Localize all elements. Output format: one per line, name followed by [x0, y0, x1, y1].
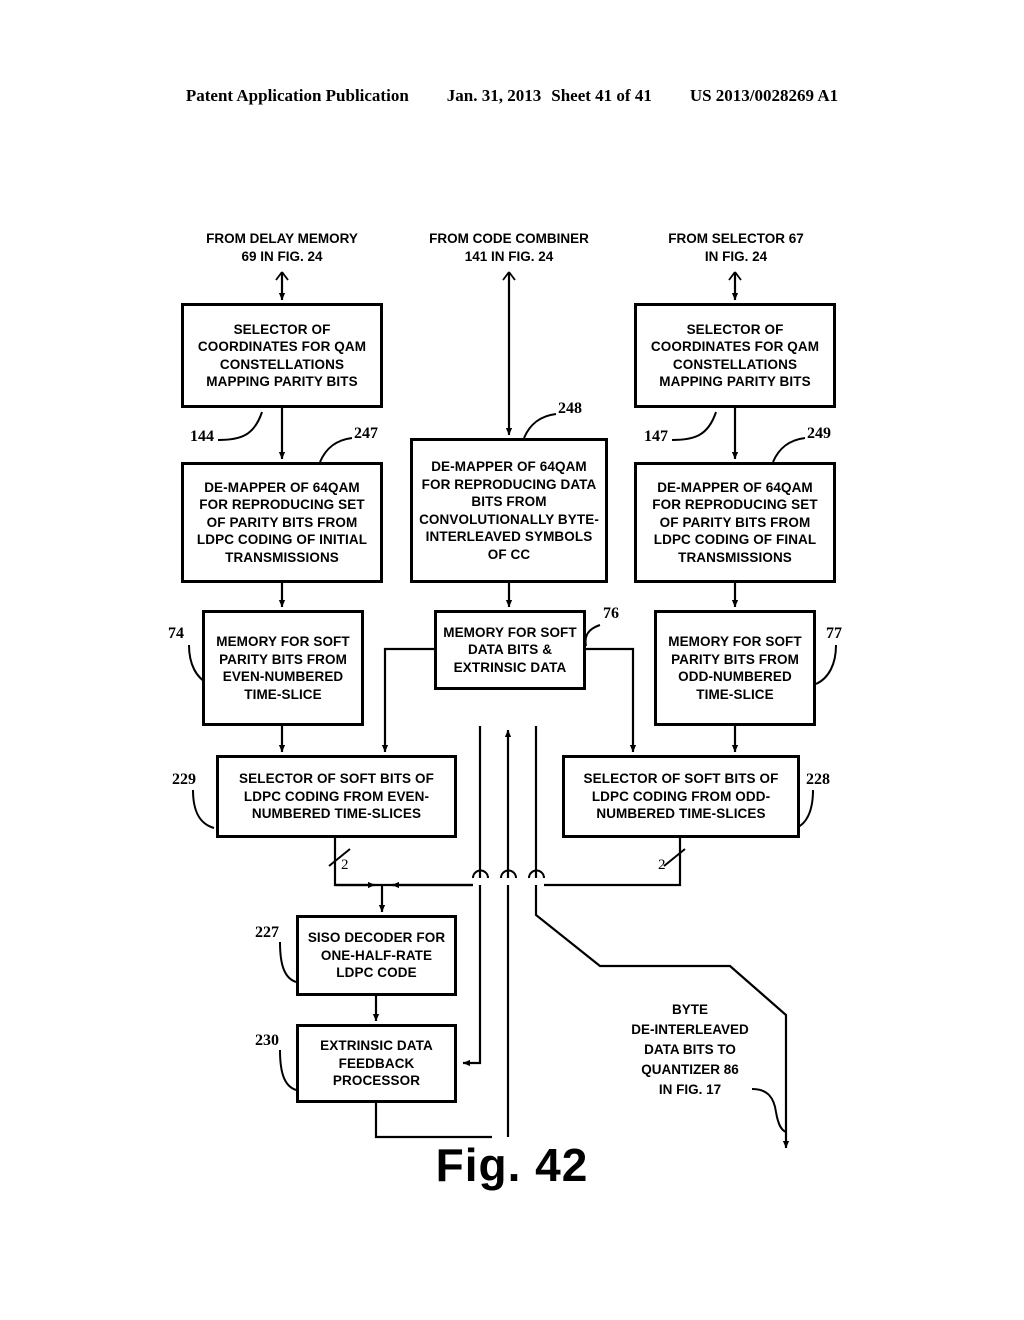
patent-figure-page: Patent Application Publication Jan. 31, 2… [0, 0, 1024, 1320]
box-siso-decoder[interactable]: SISO DECODER FOR ONE-HALF-RATE LDPC CODE [296, 915, 457, 996]
refnum-248: 248 [558, 400, 582, 417]
box-demapper-convolutional-cc[interactable]: DE-MAPPER OF 64QAM FOR REPRODUCING DATA … [410, 438, 608, 583]
box-extrinsic-data-feedback-processor[interactable]: EXTRINSIC DATA FEEDBACK PROCESSOR [296, 1024, 457, 1103]
refnum-230: 230 [255, 1032, 279, 1049]
refnum-227: 227 [255, 924, 279, 941]
refnum-228: 228 [806, 771, 830, 788]
box-selector-coordinates-right[interactable]: SELECTOR OF COORDINATES FOR QAM CONSTELL… [634, 303, 836, 408]
box-selector-coordinates-left[interactable]: SELECTOR OF COORDINATES FOR QAM CONSTELL… [181, 303, 383, 408]
box-selector-soft-bits-even[interactable]: SELECTOR OF SOFT BITS OF LDPC CODING FRO… [216, 755, 457, 838]
box-memory-soft-data-extrinsic[interactable]: MEMORY FOR SOFT DATA BITS & EXTRINSIC DA… [434, 610, 586, 690]
caption-output-bytes: BYTE DE-INTERLEAVED DATA BITS TO QUANTIZ… [631, 1002, 749, 1097]
refnum-249: 249 [807, 425, 831, 442]
caption-source-right: FROM SELECTOR 67 IN FIG. 24 [668, 231, 804, 264]
figure-label: Fig. 42 [435, 1139, 589, 1191]
box-memory-soft-parity-odd[interactable]: MEMORY FOR SOFT PARITY BITS FROM ODD-NUM… [654, 610, 816, 726]
refnum-76: 76 [603, 605, 619, 622]
refnum-147: 147 [644, 428, 668, 445]
box-memory-soft-parity-even[interactable]: MEMORY FOR SOFT PARITY BITS FROM EVEN-NU… [202, 610, 364, 726]
caption-source-left: FROM DELAY MEMORY 69 IN FIG. 24 [206, 231, 358, 264]
box-demapper-initial-transmissions[interactable]: DE-MAPPER OF 64QAM FOR REPRODUCING SET O… [181, 462, 383, 583]
bus-width-left: 2 [341, 857, 349, 873]
refnum-247: 247 [354, 425, 378, 442]
refnum-229: 229 [172, 771, 196, 788]
box-selector-soft-bits-odd[interactable]: SELECTOR OF SOFT BITS OF LDPC CODING FRO… [562, 755, 800, 838]
refnum-77: 77 [826, 625, 842, 642]
caption-source-center: FROM CODE COMBINER 141 IN FIG. 24 [429, 231, 589, 264]
refnum-74: 74 [168, 625, 184, 642]
box-demapper-final-transmissions[interactable]: DE-MAPPER OF 64QAM FOR REPRODUCING SET O… [634, 462, 836, 583]
bus-width-right: 2 [658, 857, 666, 873]
refnum-144: 144 [190, 428, 214, 445]
